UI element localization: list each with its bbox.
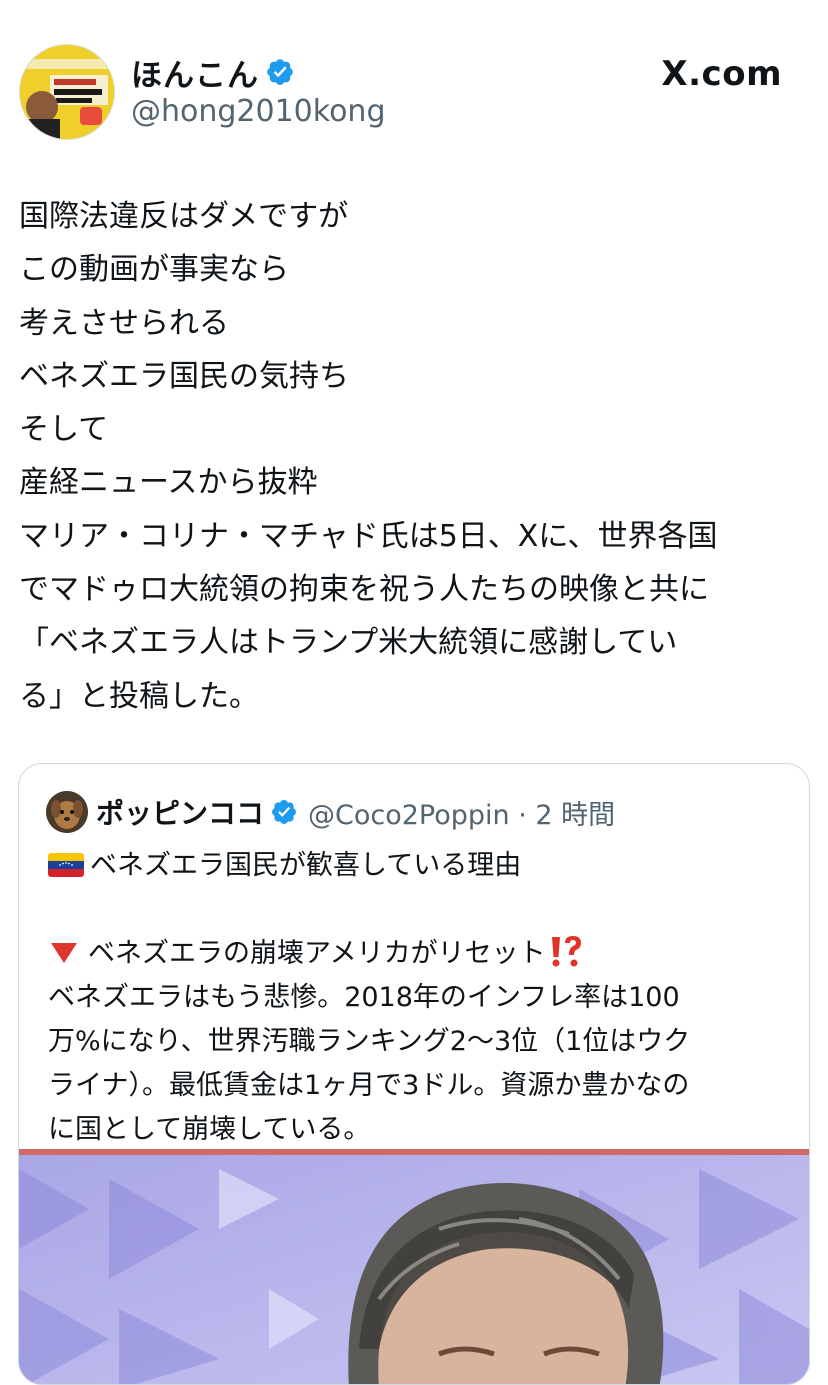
verified-badge-icon bbox=[272, 800, 296, 824]
venezuela-flag-icon bbox=[48, 853, 84, 877]
quoted-blank-line bbox=[48, 888, 788, 932]
quoted-handle-time[interactable]: @Coco2Poppin · 2 時間 bbox=[308, 793, 615, 832]
quoted-tweet-text: ベネズエラ国民が歓喜している理由 ベネズエラの崩壊アメリカがリセットベネズエラは… bbox=[48, 844, 788, 1152]
quoted-media-video[interactable] bbox=[19, 1149, 809, 1384]
tweet-header: ほんこん @hong2010kong X.com bbox=[0, 0, 828, 160]
quoted-display-name[interactable]: ポッピンココ bbox=[96, 792, 264, 832]
book-cover-avatar-icon bbox=[20, 45, 114, 139]
quoted-author-avatar[interactable] bbox=[46, 791, 88, 833]
quoted-tweet[interactable]: ポッピンココ @Coco2Poppin · 2 時間 ベネズエラ国民が歓喜してい… bbox=[18, 763, 810, 1385]
verified-badge-icon bbox=[267, 59, 293, 85]
tweet-text: 国際法違反はダメですが この動画が事実なら 考えさせられる ベネズエラ国民の気持… bbox=[19, 199, 718, 714]
quoted-line-1-text: ベネズエラ国民が歓喜している理由 bbox=[90, 850, 522, 881]
quoted-line-2: ベネズエラの崩壊アメリカがリセット bbox=[48, 932, 788, 976]
author-handle[interactable]: @hong2010kong bbox=[131, 94, 386, 129]
quoted-line-2-text: ベネズエラの崩壊アメリカがリセット bbox=[88, 938, 546, 969]
red-triangle-down-icon bbox=[51, 943, 77, 963]
exclamation-question-icon bbox=[551, 936, 581, 967]
quoted-tweet-header: ポッピンココ @Coco2Poppin · 2 時間 bbox=[46, 790, 615, 834]
author-name-row: ほんこん bbox=[131, 50, 295, 95]
video-thumbnail-image bbox=[19, 1149, 809, 1384]
site-logo[interactable]: X.com bbox=[661, 54, 782, 94]
author-avatar[interactable] bbox=[19, 44, 115, 140]
dog-avatar-icon bbox=[46, 791, 88, 833]
author-display-name[interactable]: ほんこん bbox=[131, 50, 259, 95]
quoted-line-1: ベネズエラ国民が歓喜している理由 bbox=[48, 844, 788, 888]
quoted-body: ベネズエラはもう悲惨。2018年のインフレ率は100 万%になり、世界汚職ランキ… bbox=[48, 982, 691, 1145]
